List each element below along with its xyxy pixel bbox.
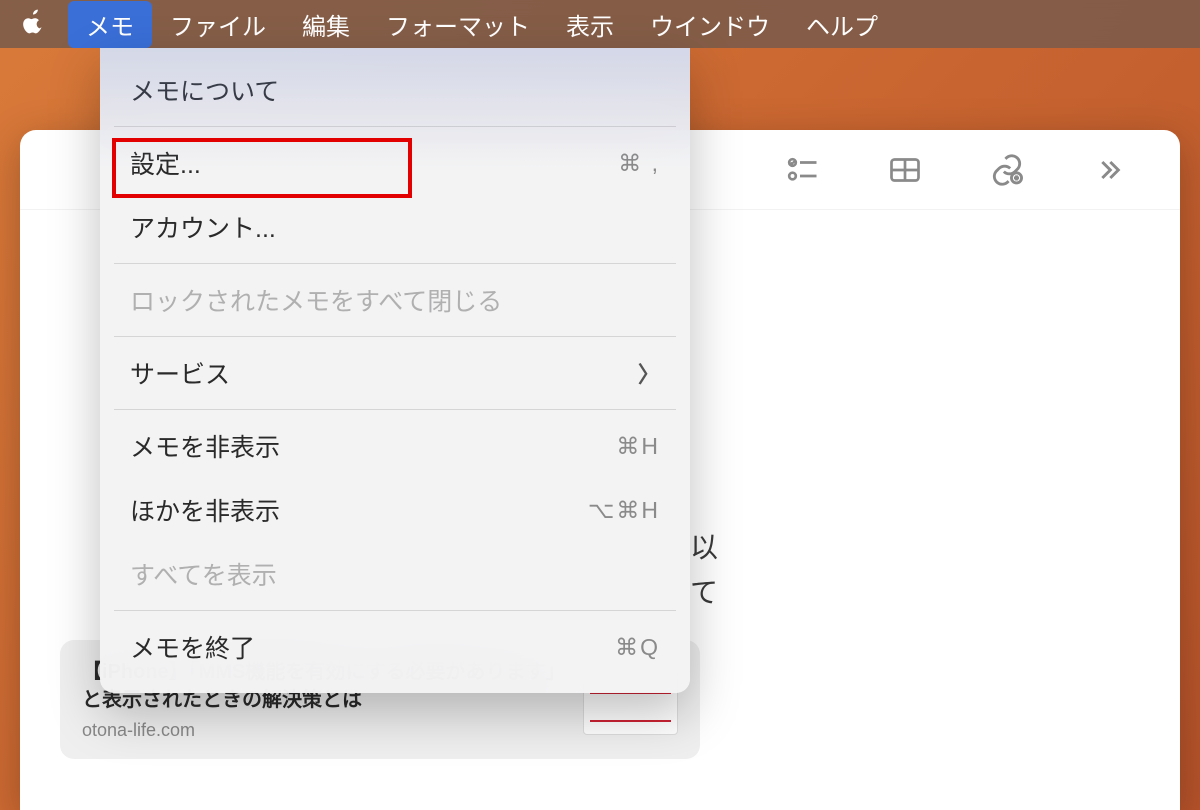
menu-item-hide-memo[interactable]: メモを非表示 ⌘H (100, 414, 690, 478)
menu-item-hide-others[interactable]: ほかを非表示 ⌥⌘H (100, 478, 690, 542)
memo-app-menu-dropdown: メモについて 設定... ⌘ , アカウント... ロックされたメモをすべて閉じ… (100, 48, 690, 693)
menu-separator (114, 126, 676, 127)
note-timestamp: :21 (620, 240, 1140, 266)
more-icon[interactable] (1088, 149, 1130, 191)
menu-item-accounts[interactable]: アカウント... (100, 195, 690, 259)
menu-item-quit[interactable]: メモを終了 ⌘Q (100, 615, 690, 679)
menu-separator (114, 336, 676, 337)
table-icon[interactable] (884, 149, 926, 191)
menu-memo[interactable]: メモ (68, 1, 152, 48)
shortcut-label: ⌘Q (615, 634, 660, 661)
link-icon[interactable] (986, 149, 1028, 191)
apple-menu-icon[interactable] (20, 8, 50, 41)
menu-edit[interactable]: 編集 (284, 1, 368, 48)
link-card-domain: otona-life.com (82, 720, 565, 741)
note-text-fragment: 以 て (690, 526, 1140, 616)
menu-file[interactable]: ファイル (152, 1, 284, 48)
chevron-right-icon: 〉 (638, 357, 660, 389)
menubar: メモ ファイル 編集 フォーマット 表示 ウインドウ ヘルプ (0, 0, 1200, 48)
shortcut-label: ⌘H (616, 433, 660, 460)
menu-separator (114, 263, 676, 264)
shortcut-label: ⌘ , (618, 150, 660, 177)
menu-item-settings[interactable]: 設定... ⌘ , (100, 131, 690, 195)
menu-window[interactable]: ウインドウ (632, 1, 788, 48)
checklist-icon[interactable] (782, 149, 824, 191)
menu-item-services[interactable]: サービス 〉 (100, 341, 690, 405)
menu-view[interactable]: 表示 (548, 1, 632, 48)
menu-format[interactable]: フォーマット (368, 1, 548, 48)
menu-separator (114, 610, 676, 611)
menu-item-close-locked: ロックされたメモをすべて閉じる (100, 268, 690, 332)
menu-separator (114, 409, 676, 410)
menu-item-about[interactable]: メモについて (100, 58, 690, 122)
menu-help[interactable]: ヘルプ (788, 1, 896, 48)
menu-item-show-all: すべてを表示 (100, 542, 690, 606)
shortcut-label: ⌥⌘H (588, 497, 660, 524)
